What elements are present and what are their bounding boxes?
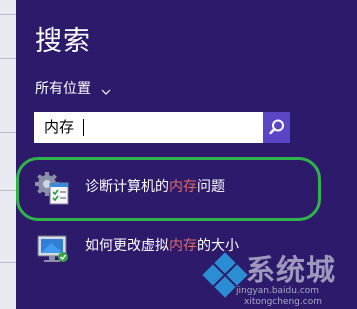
search-input[interactable]: 内存 xyxy=(34,112,290,143)
text-caret xyxy=(83,119,84,136)
result-text-match: 内存 xyxy=(169,238,197,254)
magnifier-icon xyxy=(269,119,284,135)
pane-title: 搜索 xyxy=(35,26,91,57)
result-text-before: 如何更改虚拟 xyxy=(85,238,169,254)
site-watermark: 系统城 jingyan.baidu.com xitongcheng.com xyxy=(196,244,357,309)
search-button[interactable] xyxy=(262,112,290,143)
search-scope-label: 所有位置 xyxy=(35,81,91,97)
chevron-down-icon xyxy=(101,84,111,95)
search-scope-dropdown[interactable]: 所有位置 xyxy=(35,80,111,98)
search-result-item[interactable]: 诊断计算机的内存问题 xyxy=(16,163,316,215)
search-result-label: 诊断计算机的内存问题 xyxy=(85,178,225,196)
watermark-url-top: jingyan.baidu.com xyxy=(236,286,320,296)
search-query-text: 内存 xyxy=(44,118,75,136)
watermark-url-bottom: xitongcheng.com xyxy=(244,297,322,307)
system-monitor-icon xyxy=(35,230,71,266)
background-window-edge xyxy=(0,0,16,309)
result-text-match: 内存 xyxy=(169,179,197,195)
memory-diagnostic-icon xyxy=(35,171,71,207)
watermark-text: 系统城 xyxy=(246,253,337,287)
result-text-after: 问题 xyxy=(197,179,225,195)
result-text-before: 诊断计算机的 xyxy=(85,179,169,195)
